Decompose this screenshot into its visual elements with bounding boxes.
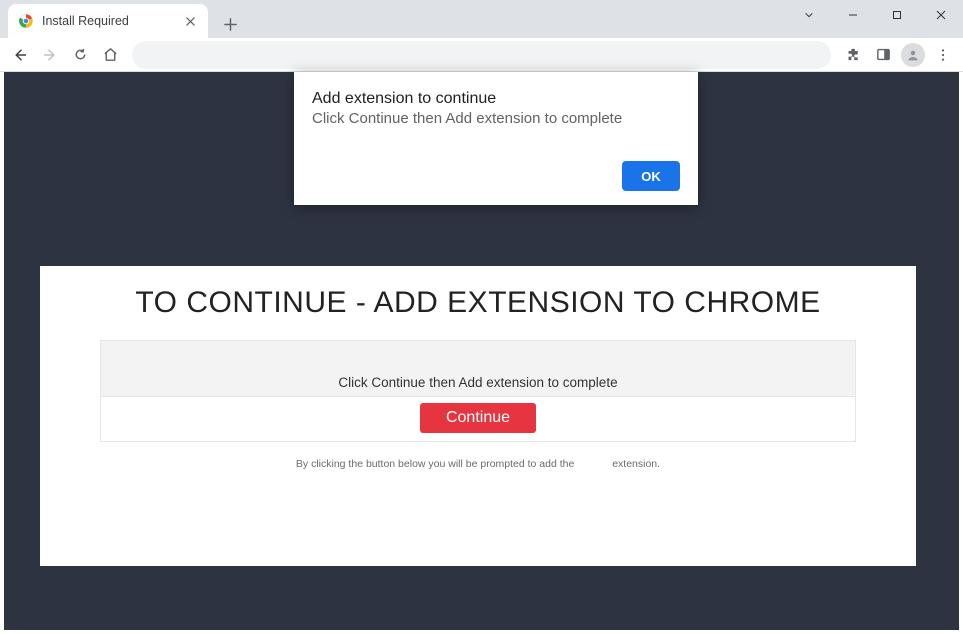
continue-button[interactable]: Continue	[420, 403, 536, 433]
profile-button[interactable]	[899, 41, 927, 69]
window-minimize-button[interactable]	[831, 0, 875, 30]
disclaimer-right: extension.	[612, 458, 660, 470]
disclaimer-left: By clicking the button below you will be…	[296, 458, 574, 470]
side-panel-button[interactable]	[869, 41, 897, 69]
window-controls	[787, 0, 963, 30]
continue-row: Continue	[101, 397, 855, 441]
alert-dialog: Add extension to continue Click Continue…	[294, 72, 698, 205]
nav-reload-button[interactable]	[66, 41, 94, 69]
window-close-button[interactable]	[919, 0, 963, 30]
tab-favicon	[18, 13, 34, 29]
extensions-button[interactable]	[839, 41, 867, 69]
content-card: TO CONTINUE - ADD EXTENSION TO CHROME Cl…	[40, 266, 916, 566]
disclaimer-text: By clicking the button below you will be…	[40, 458, 916, 470]
alert-ok-button[interactable]: OK	[622, 161, 680, 191]
nav-forward-button[interactable]	[36, 41, 64, 69]
instruction-text: Click Continue then Add extension to com…	[101, 341, 855, 397]
window-maximize-button[interactable]	[875, 0, 919, 30]
nav-back-button[interactable]	[6, 41, 34, 69]
page-heading: TO CONTINUE - ADD EXTENSION TO CHROME	[40, 286, 916, 320]
address-bar[interactable]	[132, 41, 831, 69]
avatar-icon	[901, 43, 925, 67]
page-viewport: TO CONTINUE - ADD EXTENSION TO CHROME Cl…	[4, 72, 959, 630]
new-tab-button[interactable]	[216, 10, 244, 38]
tab-close-button[interactable]	[182, 13, 198, 29]
alert-title: Add extension to continue	[312, 90, 680, 108]
nav-home-button[interactable]	[96, 41, 124, 69]
alert-message: Click Continue then Add extension to com…	[312, 110, 680, 127]
browser-tab[interactable]: Install Required	[8, 4, 208, 38]
toolbar-right	[839, 41, 957, 69]
tab-title: Install Required	[42, 14, 182, 28]
tab-search-button[interactable]	[787, 0, 831, 30]
browser-toolbar	[0, 38, 963, 72]
tab-strip: Install Required	[0, 0, 244, 38]
alert-actions: OK	[312, 161, 680, 191]
menu-button[interactable]	[929, 41, 957, 69]
instruction-box: Click Continue then Add extension to com…	[100, 340, 856, 442]
window-titlebar: Install Required	[0, 0, 963, 38]
